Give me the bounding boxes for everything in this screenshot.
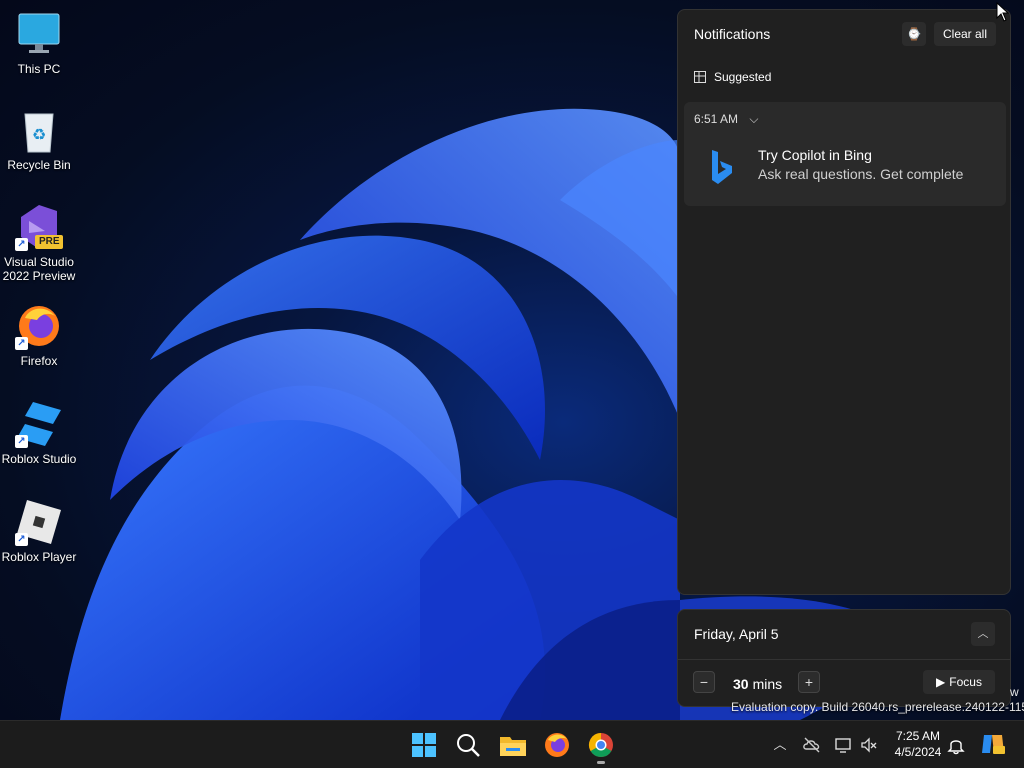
svg-text:♻: ♻ [32, 125, 46, 144]
shortcut-arrow-icon: ↗ [15, 238, 28, 251]
firefox-taskbar-button[interactable] [542, 730, 572, 760]
notification-time-row[interactable]: 6:51 AM ⌵ [694, 112, 758, 127]
desktop-icon-label: Roblox Studio [1, 452, 77, 466]
decrease-focus-button[interactable]: − [693, 671, 715, 693]
network-icon [835, 738, 851, 753]
search-button[interactable] [453, 730, 483, 760]
start-button[interactable] [409, 730, 439, 760]
desktop-icon-this-pc[interactable]: This PC [0, 10, 78, 76]
suggested-icon [694, 71, 706, 83]
notifications-title: Notifications [694, 26, 771, 42]
firefox-icon: ↗ [15, 302, 63, 350]
desktop-icon-label: Firefox [20, 354, 58, 368]
volume-mute-icon [861, 737, 877, 753]
roblox-player-icon: ↗ [15, 498, 63, 546]
preview-badge: PRE [39, 236, 60, 247]
file-explorer-icon [500, 737, 526, 756]
roblox-studio-icon: ↗ [15, 400, 63, 448]
taskbar-clock[interactable]: 7:25 AM 4/5/2024 [887, 728, 949, 760]
notification-body: Ask real questions. Get complete [758, 166, 964, 182]
clear-all-button[interactable]: Clear all [934, 22, 996, 46]
search-icon [457, 734, 480, 757]
suggested-header: Suggested [694, 70, 771, 84]
focus-minutes-unit: mins [752, 676, 783, 692]
focus-button[interactable]: ▶ Focus [923, 670, 995, 694]
clock-time: 7:25 AM [895, 729, 941, 743]
chevron-down-icon: ⌵ [749, 112, 759, 126]
desktop-icon-firefox[interactable]: ↗ Firefox [0, 302, 78, 368]
show-hidden-icons-button[interactable]: ︿ [770, 735, 790, 755]
do-not-disturb-button[interactable]: ⌚ [902, 22, 926, 46]
bell-snooze-icon: ⌚ [906, 27, 922, 41]
volume-button[interactable] [859, 735, 879, 755]
onedrive-button[interactable] [802, 735, 822, 755]
firefox-icon [545, 733, 569, 757]
desktop-icon-roblox-studio[interactable]: ↗ Roblox Studio [0, 400, 78, 466]
focus-duration: 30 mins [733, 676, 782, 692]
evaluation-watermark: Evaluation copy. Build 26040.rs_prerelea… [731, 700, 1024, 714]
notification-card[interactable]: 6:51 AM ⌵ Try Copilot in Bing Ask real q… [684, 102, 1006, 206]
cloud-offline-icon [803, 737, 820, 753]
mouse-cursor-icon [996, 2, 1010, 22]
desktop-icon-label: Visual Studio 2022 Preview [2, 255, 76, 283]
desktop-icon-label: Roblox Player [1, 550, 77, 564]
divider [678, 659, 1010, 660]
play-icon: ▶ [936, 675, 946, 689]
focus-button-label: Focus [949, 675, 982, 689]
desktop-icon-recycle-bin[interactable]: ♻ Recycle Bin [0, 106, 78, 172]
taskbar: ︿ 7:25 AM 4/5/2024 [0, 720, 1024, 768]
copilot-icon [982, 735, 1005, 754]
clock-date: 4/5/2024 [894, 745, 942, 759]
collapse-calendar-button[interactable]: ︿ [971, 622, 995, 646]
start-icon [412, 733, 436, 757]
notification-title: Try Copilot in Bing [758, 147, 872, 163]
desktop-icon-label: Recycle Bin [7, 158, 71, 172]
calendar-date: Friday, April 5 [694, 626, 779, 642]
shortcut-arrow-icon: ↗ [15, 435, 28, 448]
suggested-label: Suggested [714, 70, 772, 84]
monitor-icon [15, 10, 63, 58]
file-explorer-button[interactable] [498, 730, 528, 760]
running-indicator [597, 761, 605, 764]
network-button[interactable] [834, 735, 854, 755]
desktop-icon-label: This PC [17, 62, 61, 76]
chrome-taskbar-button[interactable] [586, 730, 616, 764]
notification-time: 6:51 AM [694, 112, 739, 126]
plus-icon: + [804, 674, 814, 690]
notifications-button[interactable] [946, 735, 966, 755]
increase-focus-button[interactable]: + [798, 671, 820, 693]
bell-icon [947, 740, 965, 755]
chrome-icon [588, 733, 613, 758]
bing-icon [712, 150, 732, 184]
chevron-up-icon: ︿ [977, 628, 989, 640]
chevron-up-icon: ︿ [773, 737, 787, 752]
desktop-icon-roblox-player[interactable]: ↗ Roblox Player [0, 498, 78, 564]
visual-studio-icon: PRE ↗ [15, 203, 63, 251]
watermark-fragment: w [1010, 685, 1019, 699]
minus-icon: − [699, 674, 709, 690]
notification-center: Notifications ⌚ Clear all Suggested 6:51… [677, 9, 1011, 595]
copilot-button[interactable] [980, 731, 1006, 757]
shortcut-arrow-icon: ↗ [15, 337, 28, 350]
shortcut-arrow-icon: ↗ [15, 533, 28, 546]
recycle-bin-icon: ♻ [15, 106, 63, 154]
focus-minutes-value: 30 [733, 676, 749, 692]
desktop-icon-visual-studio[interactable]: PRE ↗ Visual Studio 2022 Preview [0, 203, 78, 283]
calendar-focus-panel: Friday, April 5 ︿ − 30 mins + ▶ Focus [677, 609, 1011, 707]
